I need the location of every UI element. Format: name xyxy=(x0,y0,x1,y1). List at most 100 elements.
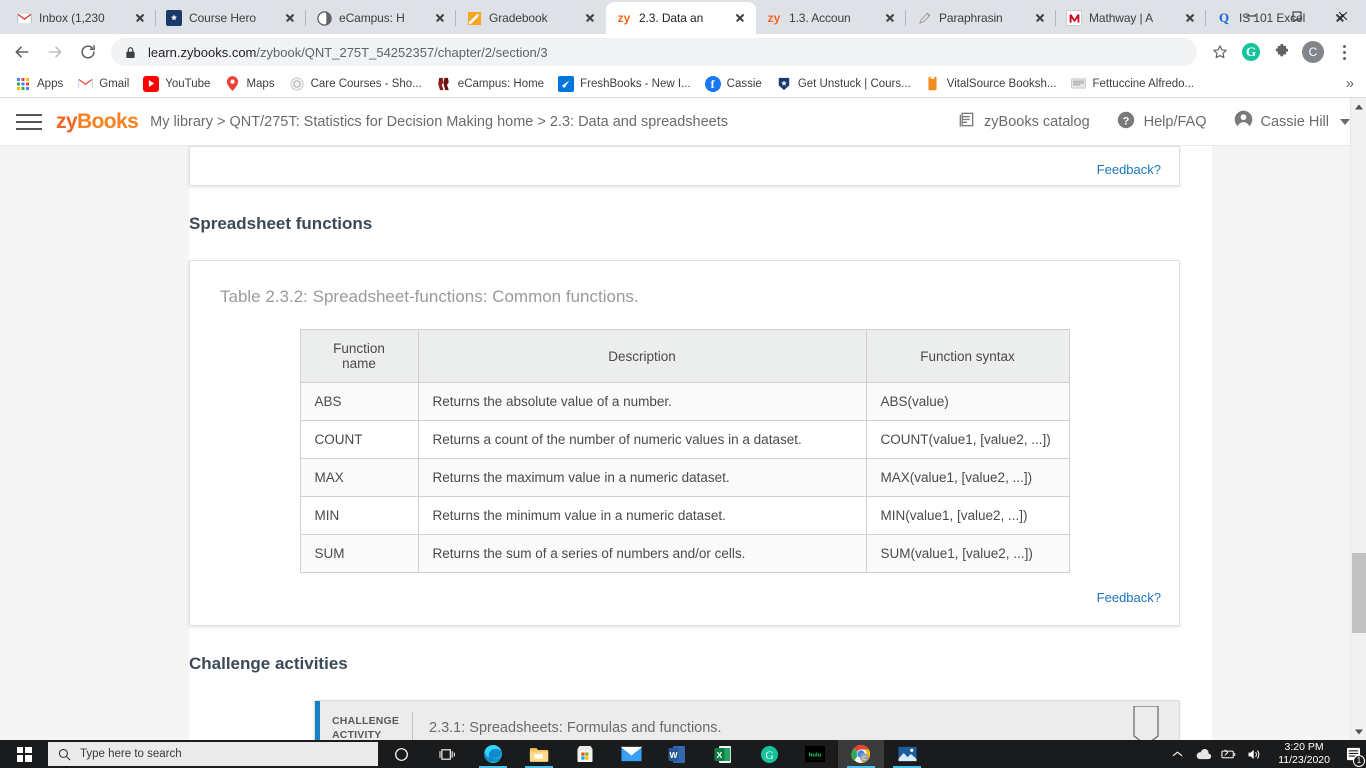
close-icon[interactable] xyxy=(582,10,598,26)
bookmark-flag-icon[interactable] xyxy=(1129,706,1163,740)
bookmark-maps[interactable]: Maps xyxy=(217,73,281,95)
reload-button[interactable] xyxy=(74,38,102,66)
zybooks-catalog-link[interactable]: zyBooks catalog xyxy=(957,110,1090,133)
grammarly-extension-icon[interactable]: G xyxy=(1237,38,1265,66)
bookmark-vitalsource[interactable]: VitalSource Booksh... xyxy=(918,73,1064,95)
windows-taskbar: Type here to search W X G hulu C 3:20 PM… xyxy=(0,740,1366,768)
bookmark-freshbooks[interactable]: FreshBooks - New I... xyxy=(551,73,698,95)
tab-title: Course Hero xyxy=(189,11,256,25)
bookmarks-overflow-button[interactable]: » xyxy=(1346,75,1358,92)
help-faq-link[interactable]: ? Help/FAQ xyxy=(1116,110,1207,134)
close-icon[interactable] xyxy=(282,10,298,26)
bookmark-fettuccine[interactable]: Fettuccine Alfredo... xyxy=(1063,73,1201,95)
bookmark-label: YouTube xyxy=(165,77,211,90)
carecourses-icon xyxy=(289,76,305,92)
close-icon[interactable] xyxy=(882,10,898,26)
browser-tab[interactable]: Course Hero xyxy=(156,2,306,34)
search-input[interactable]: Type here to search xyxy=(48,742,378,766)
vertical-scrollbar[interactable] xyxy=(1350,98,1366,740)
paraphrase-icon xyxy=(916,10,932,26)
help-label: Help/FAQ xyxy=(1143,113,1207,130)
browser-tab[interactable]: Mathway | A xyxy=(1056,2,1206,34)
task-view-icon[interactable] xyxy=(424,740,470,768)
bookmark-youtube[interactable]: YouTube xyxy=(136,73,217,95)
back-button[interactable] xyxy=(8,38,36,66)
bookmark-get-unstuck[interactable]: Get Unstuck | Cours... xyxy=(769,73,918,95)
google-chrome-icon[interactable]: C xyxy=(838,740,884,768)
cell-function-syntax: ABS(value) xyxy=(865,382,1070,421)
cell-function-name: COUNT xyxy=(299,420,419,459)
scrollbar-thumb[interactable] xyxy=(1352,553,1366,633)
bookmark-label: Cassie xyxy=(726,77,762,90)
start-button[interactable] xyxy=(0,740,48,768)
close-button[interactable] xyxy=(1320,0,1366,32)
zybooks-header: zyBooks My library > QNT/275T: Statistic… xyxy=(0,98,1366,146)
browser-tab-active[interactable]: zy 2.3. Data an xyxy=(606,2,756,34)
zybooks-logo[interactable]: zyBooks xyxy=(56,109,139,134)
zybooks-icon: zy xyxy=(617,11,631,25)
clock-time: 3:20 PM xyxy=(1284,740,1324,753)
minimize-button[interactable] xyxy=(1228,0,1274,32)
scroll-down-arrow-icon[interactable] xyxy=(1351,723,1366,740)
browser-tab[interactable]: Paraphrasin xyxy=(906,2,1056,34)
onedrive-cloud-icon[interactable] xyxy=(1190,740,1216,768)
microsoft-word-icon[interactable]: W xyxy=(654,740,700,768)
bookmark-care-courses[interactable]: Care Courses - Sho... xyxy=(282,73,429,95)
bookmark-ecampus[interactable]: eCampus: Home xyxy=(429,73,551,95)
forward-button[interactable] xyxy=(41,38,69,66)
recipe-icon xyxy=(1070,76,1086,92)
close-icon[interactable] xyxy=(1182,10,1198,26)
table-header-row: Function name Description Function synta… xyxy=(299,329,1070,383)
close-icon[interactable] xyxy=(432,10,448,26)
microsoft-edge-icon[interactable] xyxy=(470,740,516,768)
browser-tab[interactable]: Gradebook xyxy=(456,2,606,34)
feedback-link[interactable]: Feedback? xyxy=(1097,162,1161,177)
maximize-button[interactable] xyxy=(1274,0,1320,32)
svg-text:hulu: hulu xyxy=(809,752,822,758)
youtube-icon xyxy=(143,75,160,92)
action-center-icon[interactable]: 1 xyxy=(1340,740,1366,768)
browser-tab[interactable]: zy 1.3. Accoun xyxy=(756,2,906,34)
bookmark-star-icon[interactable] xyxy=(1206,38,1234,66)
chrome-menu-icon[interactable] xyxy=(1330,38,1358,66)
show-hidden-icons-chevron[interactable] xyxy=(1164,740,1190,768)
taskbar-clock[interactable]: 3:20 PM 11/23/2020 xyxy=(1268,741,1340,767)
challenge-activity-card[interactable]: CHALLENGE ACTIVITY 2.3.1: Spreadsheets: … xyxy=(314,700,1180,740)
hulu-icon[interactable]: hulu xyxy=(792,740,838,768)
bookmark-gmail[interactable]: Gmail xyxy=(70,73,136,95)
breadcrumb[interactable]: My library > QNT/275T: Statistics for De… xyxy=(150,114,728,130)
previous-activity-card: Feedback? xyxy=(189,146,1180,186)
bookmark-label: FreshBooks - New I... xyxy=(580,77,691,90)
lock-icon xyxy=(125,46,139,59)
scroll-up-arrow-icon[interactable] xyxy=(1351,98,1366,115)
microsoft-store-icon[interactable] xyxy=(562,740,608,768)
address-bar[interactable]: learn.zybooks.com/zybook/QNT_275T_542523… xyxy=(111,38,1197,66)
battery-icon[interactable] xyxy=(1216,740,1242,768)
browser-tab[interactable]: Inbox (1,230 xyxy=(6,2,156,34)
grammarly-icon[interactable]: G xyxy=(746,740,792,768)
close-icon[interactable] xyxy=(1032,10,1048,26)
profile-avatar-icon[interactable]: C xyxy=(1299,38,1327,66)
bookmark-cassie[interactable]: f Cassie xyxy=(698,73,769,95)
freshbooks-icon xyxy=(558,75,575,92)
cortana-icon[interactable] xyxy=(378,740,424,768)
kicker-line-2: ACTIVITY xyxy=(332,729,382,740)
book-icon xyxy=(957,110,976,133)
browser-tab[interactable]: eCampus: H xyxy=(306,2,456,34)
microsoft-excel-icon[interactable]: X xyxy=(700,740,746,768)
close-icon[interactable] xyxy=(732,10,748,26)
file-explorer-icon[interactable] xyxy=(516,740,562,768)
challenge-activity-header: CHALLENGE ACTIVITY 2.3.1: Spreadsheets: … xyxy=(315,701,1179,740)
user-menu[interactable]: Cassie Hill xyxy=(1233,109,1350,134)
feedback-link[interactable]: Feedback? xyxy=(1097,590,1161,605)
extensions-puzzle-icon[interactable] xyxy=(1268,38,1296,66)
mail-icon[interactable] xyxy=(608,740,654,768)
logo-zy: zy xyxy=(56,109,78,133)
volume-speaker-icon[interactable] xyxy=(1242,740,1268,768)
close-icon[interactable] xyxy=(132,10,148,26)
photos-icon[interactable] xyxy=(884,740,930,768)
chevron-down-icon[interactable] xyxy=(1340,118,1350,125)
hamburger-menu-icon[interactable] xyxy=(16,112,42,132)
tab-title: 1.3. Accoun xyxy=(789,11,851,25)
bookmark-apps[interactable]: Apps xyxy=(8,73,70,95)
